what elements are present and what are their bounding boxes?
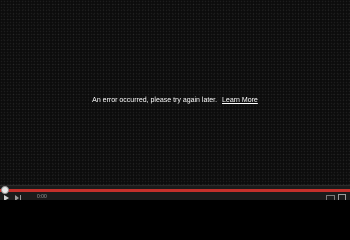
progress-handle[interactable] bbox=[1, 186, 9, 194]
next-icon-bar bbox=[20, 195, 21, 200]
player-size-icon[interactable] bbox=[326, 195, 335, 200]
player-controls bbox=[0, 185, 350, 200]
learn-more-link[interactable]: Learn More bbox=[222, 97, 258, 104]
next-icon[interactable] bbox=[15, 195, 22, 200]
next-icon-triangle bbox=[15, 195, 19, 200]
play-icon[interactable] bbox=[4, 195, 9, 200]
video-player[interactable]: An error occurred, please try again late… bbox=[0, 0, 350, 200]
progress-bar[interactable] bbox=[0, 189, 350, 192]
time-display: 0:00 bbox=[37, 194, 47, 200]
error-text: An error occurred, please try again late… bbox=[92, 97, 218, 104]
fullscreen-icon[interactable] bbox=[338, 194, 346, 200]
error-message: An error occurred, please try again late… bbox=[0, 96, 350, 105]
